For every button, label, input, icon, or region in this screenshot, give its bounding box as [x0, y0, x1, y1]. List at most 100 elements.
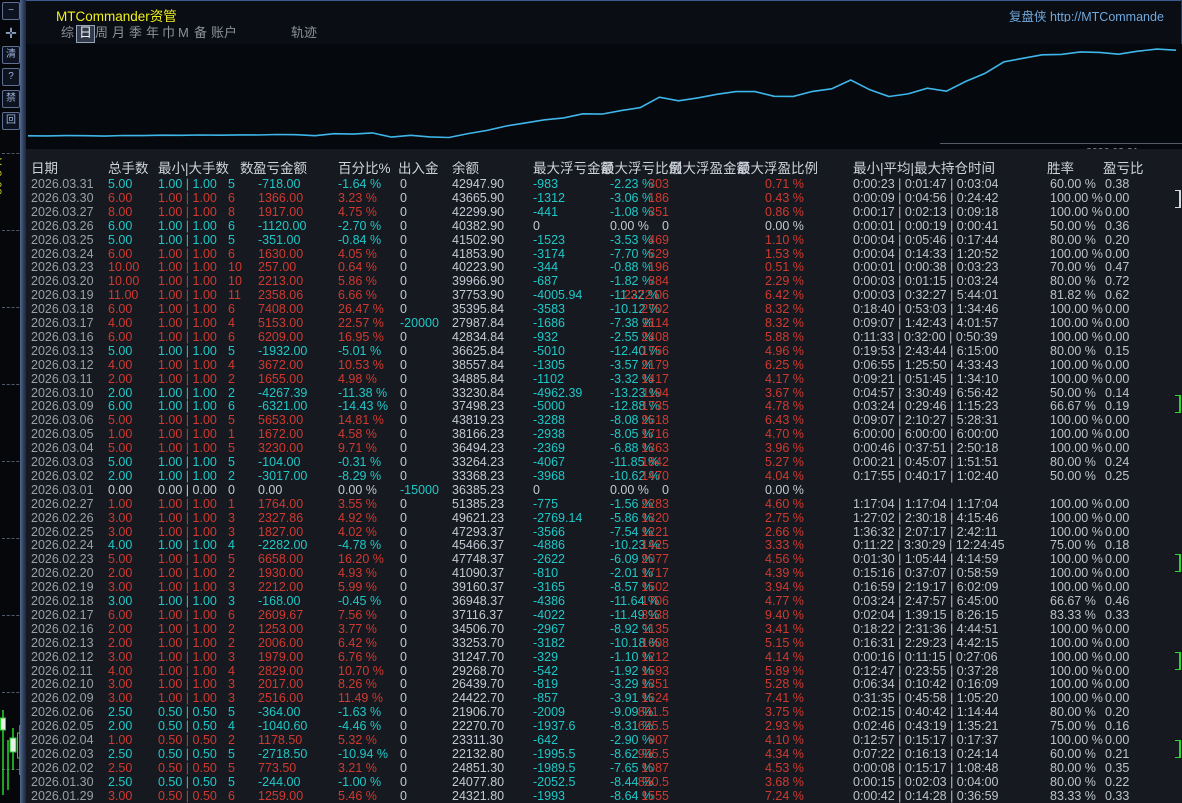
table-row[interactable]: 2026.03.124.001.00 | 1.0043672.0010.53 %… — [26, 359, 1182, 373]
table-row[interactable]: 2026.03.246.001.00 | 1.0061630.004.05 %0… — [26, 248, 1182, 262]
table-row[interactable]: 2026.01.302.500.50 | 0.505-244.00-1.00 %… — [26, 776, 1182, 790]
cell-胜率: 70.00 % — [1050, 261, 1096, 275]
table-row[interactable]: 2026.02.052.000.50 | 0.504-1040.60-4.46 … — [26, 720, 1182, 734]
cell-总手数: 6.00 — [108, 609, 132, 623]
table-row[interactable]: 2026.03.1911.001.00 | 1.00112358.066.66 … — [26, 289, 1182, 303]
cell-最小|大手数: 0.50 | 0.50 — [158, 706, 217, 720]
table-row[interactable]: 2026.02.271.001.00 | 1.0011764.003.55 %0… — [26, 498, 1182, 512]
menu-item-8[interactable]: M — [176, 25, 191, 41]
cell-余额: 24321.80 — [452, 790, 504, 803]
cell-出入金: 0 — [400, 692, 407, 706]
table-row[interactable]: 2026.02.093.001.00 | 1.0032516.0011.49 %… — [26, 692, 1182, 706]
table-row[interactable]: 2026.02.176.001.00 | 1.0062609.677.56 %0… — [26, 609, 1182, 623]
table-row[interactable]: 2026.03.2010.001.00 | 1.00102213.005.86 … — [26, 275, 1182, 289]
cell-日期: 2026.02.12 — [31, 651, 94, 665]
table-row[interactable]: 2026.02.235.001.00 | 1.0056658.0016.20 %… — [26, 553, 1182, 567]
table-row[interactable]: 2026.03.096.001.00 | 1.006-6321.00-14.43… — [26, 400, 1182, 414]
menu-item-10[interactable]: 账户 — [209, 25, 239, 41]
cell-最小|平均|最大持仓时间: 0:00:23 | 0:01:47 | 0:03:04 — [853, 178, 999, 192]
table-row[interactable]: 2026.03.315.001.00 | 1.005-718.00-1.64 %… — [26, 178, 1182, 192]
table-row[interactable]: 2026.03.174.001.00 | 1.0045153.0022.57 %… — [26, 317, 1182, 331]
table-row[interactable]: 2026.03.255.001.00 | 1.005-351.00-0.84 %… — [26, 234, 1182, 248]
cell-盈亏金额: 6209.00 — [258, 331, 303, 345]
cell-最大浮盈比例: 4.17 % — [765, 373, 804, 387]
table-row[interactable]: 2026.03.010.000.00 | 0.0000.000.00 %-150… — [26, 484, 1182, 498]
table-row[interactable]: 2026.02.202.001.00 | 1.0021930.004.93 %0… — [26, 567, 1182, 581]
cell-盈亏比: 0.36 — [1105, 220, 1129, 234]
menu-item-1[interactable]: 综 — [59, 25, 76, 41]
menu-item-3[interactable]: 周 — [93, 25, 110, 41]
menu-item-4[interactable]: 月 — [110, 25, 127, 41]
scroll-marker — [1175, 740, 1181, 758]
cell-百分比%: 22.57 % — [338, 317, 384, 331]
table-row[interactable]: 2026.02.022.500.50 | 0.505773.503.21 %02… — [26, 762, 1182, 776]
minimize-icon[interactable]: − — [2, 2, 20, 20]
table-row[interactable]: 2026.02.114.001.00 | 1.0042829.0010.70 %… — [26, 665, 1182, 679]
cell-最小|平均|最大持仓时间: 0:07:22 | 0:16:13 | 0:24:14 — [853, 748, 999, 762]
cell-最大浮盈金额: 850.5 — [617, 776, 669, 790]
table-row[interactable]: 2026.03.022.001.00 | 1.002-3017.00-8.29 … — [26, 470, 1182, 484]
cell-最小|大手数: 1.00 | 1.00 — [158, 567, 217, 581]
menu-item-6[interactable]: 年 — [144, 25, 161, 41]
cell-盈亏金额: -2718.50 — [258, 748, 307, 762]
table-row[interactable]: 2026.03.166.001.00 | 1.0066209.0016.95 %… — [26, 331, 1182, 345]
table-row[interactable]: 2026.03.035.001.00 | 1.005-104.00-0.31 %… — [26, 456, 1182, 470]
cell-出入金: -15000 — [400, 484, 439, 498]
table-row[interactable]: 2026.03.045.001.00 | 1.0053230.009.71 %0… — [26, 442, 1182, 456]
cell-日期: 2026.03.27 — [31, 206, 94, 220]
disable-icon[interactable]: 禁 — [2, 90, 20, 108]
cell-百分比%: -1.00 % — [338, 776, 381, 790]
cell-总手数: 10.00 — [108, 275, 139, 289]
table-row[interactable]: 2026.03.112.001.00 | 1.0021655.004.98 %0… — [26, 373, 1182, 387]
table-row[interactable]: 2026.02.041.000.50 | 0.5021178.505.32 %0… — [26, 734, 1182, 748]
menu-item-11[interactable]: 轨迹 — [289, 25, 319, 41]
table-row[interactable]: 2026.02.263.001.00 | 1.0032327.864.92 %0… — [26, 512, 1182, 526]
cell-胜率: 100.00 % — [1050, 428, 1103, 442]
table-row[interactable]: 2026.02.032.500.50 | 0.505-2718.50-10.94… — [26, 748, 1182, 762]
table-row[interactable]: 2026.03.135.001.00 | 1.005-1932.00-5.01 … — [26, 345, 1182, 359]
table-row[interactable]: 2026.03.102.001.00 | 1.002-4267.39-11.38… — [26, 387, 1182, 401]
table-row[interactable]: 2026.02.183.001.00 | 1.003-168.00-0.45 %… — [26, 595, 1182, 609]
move-icon[interactable]: ✛ — [2, 24, 20, 42]
cell-最大浮亏金额: -1993 — [533, 790, 565, 803]
clear-icon[interactable]: 清 — [2, 46, 20, 64]
cell-出入金: 0 — [400, 234, 407, 248]
cell-数: 6 — [228, 248, 235, 262]
table-row[interactable]: 2026.03.051.001.00 | 1.0011672.004.58 %0… — [26, 428, 1182, 442]
version-label: V 8.08 — [0, 158, 3, 196]
cell-最大浮盈比例: 3.41 % — [765, 623, 804, 637]
column-header-5: 盈亏金额 — [253, 157, 307, 177]
restore-icon[interactable]: 回 — [2, 112, 20, 130]
cell-余额: 42834.84 — [452, 331, 504, 345]
table-row[interactable]: 2026.02.244.001.00 | 1.004-2282.00-4.78 … — [26, 539, 1182, 553]
table-row[interactable]: 2026.03.266.001.00 | 1.006-1120.00-2.70 … — [26, 220, 1182, 234]
table-row[interactable]: 2026.03.065.001.00 | 1.0055653.0014.81 %… — [26, 414, 1182, 428]
table-row[interactable]: 2026.02.062.500.50 | 0.505-364.00-1.63 %… — [26, 706, 1182, 720]
cell-胜率: 80.00 % — [1050, 706, 1096, 720]
cell-最大浮盈比例: 5.27 % — [765, 456, 804, 470]
table-row[interactable]: 2026.02.123.001.00 | 1.0031979.006.76 %0… — [26, 651, 1182, 665]
cell-最大浮盈金额: 1087 — [617, 762, 669, 776]
menu-item-9[interactable]: 备 — [192, 25, 209, 41]
table-row[interactable]: 2026.02.162.001.00 | 1.0021253.003.77 %0… — [26, 623, 1182, 637]
menu-item-5[interactable]: 季 — [127, 25, 144, 41]
cell-最小|大手数: 1.00 | 1.00 — [158, 665, 217, 679]
table-row[interactable]: 2026.02.103.001.00 | 1.0032017.008.26 %0… — [26, 678, 1182, 692]
table-row[interactable]: 2026.02.193.001.00 | 1.0032212.005.99 %0… — [26, 581, 1182, 595]
table-row[interactable]: 2026.02.253.001.00 | 1.0031827.004.02 %0… — [26, 526, 1182, 540]
cell-最大浮亏金额: -1102 — [533, 373, 564, 387]
table-row[interactable]: 2026.01.293.000.50 | 0.5061259.005.46 %0… — [26, 790, 1182, 803]
table-row[interactable]: 2026.02.132.001.00 | 1.0022006.006.42 %0… — [26, 637, 1182, 651]
cell-最小|大手数: 1.00 | 1.00 — [158, 692, 217, 706]
table-row[interactable]: 2026.03.2310.001.00 | 1.0010257.000.64 %… — [26, 261, 1182, 275]
help-icon[interactable]: ? — [2, 68, 20, 86]
cell-盈亏比: 0.46 — [1105, 595, 1129, 609]
cell-总手数: 1.00 — [108, 734, 132, 748]
cell-出入金: 0 — [400, 553, 407, 567]
table-row[interactable]: 2026.03.278.001.00 | 1.0081917.004.75 %0… — [26, 206, 1182, 220]
cell-最大浮盈比例: 2.29 % — [765, 275, 804, 289]
menu-item-7[interactable]: 巾 — [160, 25, 177, 41]
table-row[interactable]: 2026.03.306.001.00 | 1.0061366.003.23 %0… — [26, 192, 1182, 206]
table-row[interactable]: 2026.03.186.001.00 | 1.0067408.0026.47 %… — [26, 303, 1182, 317]
cell-日期: 2026.03.16 — [31, 331, 94, 345]
